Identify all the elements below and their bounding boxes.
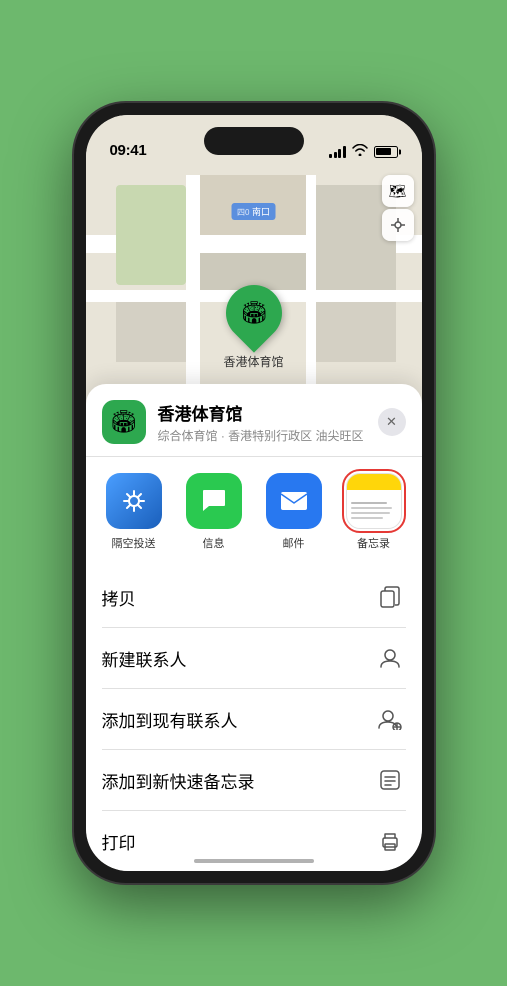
new-contact-icon bbox=[374, 642, 406, 674]
pin-label: 香港体育馆 bbox=[223, 353, 283, 370]
share-item-airdrop[interactable]: 隔空投送 bbox=[98, 473, 170, 551]
add-quick-note-label: 添加到新快速备忘录 bbox=[102, 768, 255, 793]
pin-icon: 🏟 bbox=[240, 300, 268, 326]
map-controls: 🗺 bbox=[382, 175, 414, 241]
home-indicator bbox=[194, 859, 314, 863]
map-view-button[interactable]: 🗺 bbox=[382, 175, 414, 207]
dynamic-island bbox=[204, 127, 304, 155]
phone-screen: 09:41 bbox=[86, 115, 422, 871]
sheet-header: 🏟 香港体育馆 综合体育馆 · 香港特别行政区 油尖旺区 ✕ bbox=[86, 384, 422, 457]
new-contact-label: 新建联系人 bbox=[102, 646, 187, 671]
share-item-notes[interactable]: 备忘录 bbox=[338, 473, 410, 551]
mail-label: 邮件 bbox=[283, 535, 305, 551]
action-add-quick-note[interactable]: 添加到新快速备忘录 bbox=[102, 750, 406, 811]
action-new-contact[interactable]: 新建联系人 bbox=[102, 628, 406, 689]
phone-frame: 09:41 bbox=[74, 103, 434, 883]
status-time: 09:41 bbox=[110, 142, 147, 159]
map-label: 四0 南口 bbox=[231, 203, 276, 220]
location-button[interactable] bbox=[382, 209, 414, 241]
notes-icon bbox=[346, 473, 402, 529]
add-existing-label: 添加到现有联系人 bbox=[102, 707, 238, 732]
copy-icon bbox=[374, 581, 406, 613]
notes-label: 备忘录 bbox=[357, 535, 390, 551]
add-existing-icon bbox=[374, 703, 406, 735]
share-row: 隔空投送 信息 bbox=[86, 457, 422, 567]
share-item-mail[interactable]: 邮件 bbox=[258, 473, 330, 551]
airdrop-label: 隔空投送 bbox=[112, 535, 156, 551]
wifi-icon bbox=[352, 144, 368, 159]
messages-label: 信息 bbox=[203, 535, 225, 551]
action-add-existing[interactable]: 添加到现有联系人 bbox=[102, 689, 406, 750]
print-icon bbox=[374, 825, 406, 857]
close-button[interactable]: ✕ bbox=[378, 408, 406, 436]
messages-icon bbox=[186, 473, 242, 529]
bottom-sheet: 🏟 香港体育馆 综合体育馆 · 香港特别行政区 油尖旺区 ✕ bbox=[86, 384, 422, 871]
battery-icon bbox=[374, 146, 398, 158]
action-list: 拷贝 新建联系人 bbox=[86, 567, 422, 871]
pin-circle: 🏟 bbox=[214, 273, 293, 352]
add-quick-note-icon bbox=[374, 764, 406, 796]
share-item-messages[interactable]: 信息 bbox=[178, 473, 250, 551]
venue-info: 香港体育馆 综合体育馆 · 香港特别行政区 油尖旺区 bbox=[158, 400, 378, 444]
location-pin: 🏟 香港体育馆 bbox=[223, 285, 283, 370]
venue-icon: 🏟 bbox=[102, 400, 146, 444]
signal-bars-icon bbox=[329, 146, 346, 158]
status-icons bbox=[329, 144, 398, 159]
copy-label: 拷贝 bbox=[102, 585, 136, 610]
airdrop-icon bbox=[106, 473, 162, 529]
print-label: 打印 bbox=[102, 829, 136, 854]
mail-icon bbox=[266, 473, 322, 529]
share-item-more[interactable]: 推 bbox=[418, 473, 422, 551]
venue-name: 香港体育馆 bbox=[158, 400, 378, 425]
action-copy[interactable]: 拷贝 bbox=[102, 567, 406, 628]
venue-subtitle: 综合体育馆 · 香港特别行政区 油尖旺区 bbox=[158, 427, 378, 444]
